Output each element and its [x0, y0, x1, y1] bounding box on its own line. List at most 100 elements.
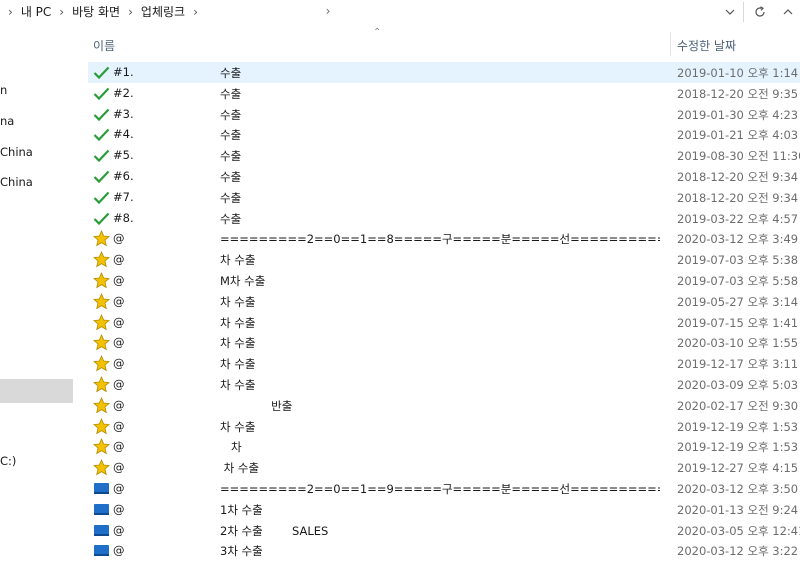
address-bar[interactable]: › 내 PC › 바탕 화면 › 업체링크 › › — [0, 0, 800, 24]
chevron-right-icon[interactable]: › — [193, 5, 198, 19]
file-row[interactable]: @ 차 수출 2020-03-09 오후 5:03 — [88, 374, 800, 395]
file-name: =========2==0==1==8=====구=====분=====선===… — [220, 232, 660, 247]
file-name: 수출 — [220, 107, 242, 122]
file-row[interactable]: @ =========2==0==1==9=====구=====분=====선==… — [88, 478, 800, 499]
file-modified-date: 2019-03-22 오후 4:57 — [677, 211, 799, 226]
file-row[interactable]: @ 차 수출 2019-12-27 오후 4:15 — [88, 457, 800, 478]
chevron-right-icon[interactable]: › — [59, 5, 64, 19]
star-icon — [93, 230, 110, 247]
file-name: =========2==0==1==9=====구=====분=====선===… — [220, 482, 660, 496]
nav-item[interactable]: China — [0, 172, 73, 192]
file-row[interactable]: @ =========2==0==1==8=====구=====분=====선==… — [88, 228, 800, 249]
file-name: 차 수출 — [220, 357, 256, 372]
breadcrumb-item-pc[interactable]: 내 PC — [21, 3, 51, 20]
file-name: 2차 수출 SALES — [220, 523, 329, 538]
link-icon — [93, 542, 110, 559]
file-name: 수출 — [220, 170, 242, 184]
file-row[interactable]: #4. 수출 2019-01-21 오후 4:03 — [88, 124, 800, 145]
chevron-right-icon[interactable]: › — [8, 5, 13, 19]
file-name: 차 수출 — [220, 378, 256, 392]
file-row[interactable]: @ 차 2019-12-19 오후 1:53 — [88, 436, 800, 457]
nav-item[interactable]: na — [0, 111, 73, 131]
file-modified-date: 2019-08-30 오전 11:30 — [677, 149, 800, 164]
file-row[interactable]: @ M차 수출 2019-07-03 오후 5:58 — [88, 270, 800, 291]
file-row[interactable]: @ 차 수출 2019-05-27 오후 3:14 — [88, 291, 800, 312]
file-list: ⌃ 이름 수정한 날짜 #1. 수출 2019-01-10 오후 1:14 #2. 수출… — [73, 24, 800, 568]
file-row[interactable]: @ 차 수출 2019-07-03 오후 5:38 — [88, 249, 800, 270]
divider — [743, 2, 744, 22]
star-icon — [93, 251, 110, 268]
file-name-prefix: @ — [113, 543, 125, 558]
file-modified-date: 2018-12-20 오전 9:34 — [677, 190, 799, 205]
file-modified-date: 2019-07-03 오후 5:58 — [677, 274, 799, 288]
file-row[interactable]: @2차 수출 SALES 2020-03-05 오후 12:41 — [88, 520, 800, 541]
file-name-prefix: #2. — [113, 85, 133, 100]
refresh-icon — [755, 5, 765, 17]
scroll-up-button[interactable] — [774, 0, 800, 23]
file-row[interactable]: #7. 수출 2018-12-20 오전 9:34 — [88, 187, 800, 208]
sort-ascending-icon: ⌃ — [373, 27, 382, 38]
file-name-prefix: @ — [113, 418, 125, 433]
file-modified-date: 2019-12-17 오후 3:11 — [677, 357, 799, 372]
nav-item[interactable]: China — [0, 142, 73, 162]
file-modified-date: 2020-03-09 오후 5:03 — [677, 378, 799, 392]
file-row[interactable]: @ 반출 2020-02-17 오전 9:30 — [88, 395, 800, 416]
breadcrumb-item-desktop[interactable]: 바탕 화면 — [72, 3, 120, 20]
file-name-prefix: @ — [113, 273, 125, 287]
column-header-modified[interactable]: 수정한 날짜 — [677, 37, 736, 54]
file-modified-date: 2018-12-20 오전 9:35 — [677, 86, 799, 101]
column-header-name[interactable]: 이름 — [93, 37, 115, 54]
file-name: 차 수출 — [220, 419, 256, 434]
star-icon — [93, 438, 110, 455]
nav-item[interactable]: n — [0, 80, 73, 100]
file-name-prefix: @ — [113, 522, 125, 537]
checkmark-icon — [93, 189, 110, 206]
file-name: M차 수출 — [220, 274, 266, 288]
file-row[interactable]: #8. 수출 2019-03-22 오후 4:57 — [88, 208, 800, 229]
file-name: 수출 — [220, 211, 242, 226]
chevron-down-icon — [725, 9, 735, 15]
file-name-prefix: @ — [113, 293, 125, 308]
file-row[interactable]: #6. 수출 2018-12-20 오전 9:34 — [88, 166, 800, 187]
checkmark-icon — [93, 85, 110, 102]
file-row[interactable]: @ 차 수출 2019-12-17 오후 3:11 — [88, 353, 800, 374]
link-icon — [93, 501, 110, 518]
file-row[interactable]: #1. 수출 2019-01-10 오후 1:14 — [88, 62, 800, 83]
chevron-right-icon[interactable]: › — [320, 4, 336, 20]
breadcrumb-item-folder[interactable]: 업체링크 — [141, 3, 185, 20]
file-modified-date: 2019-07-15 오후 1:41 — [677, 315, 799, 330]
file-row[interactable]: @ 차 수출 2019-12-19 오후 1:53 — [88, 416, 800, 437]
file-modified-date: 2020-03-10 오후 1:55 — [677, 336, 799, 351]
file-row[interactable]: #3. 수출 2019-01-30 오후 4:23 — [88, 104, 800, 125]
file-row[interactable]: @ 차 수출 2020-03-10 오후 1:55 — [88, 332, 800, 353]
navigation-pane: n na China China C:) — [0, 24, 73, 568]
file-name: 차 수출 — [220, 253, 256, 268]
nav-item[interactable]: C:) — [0, 451, 73, 471]
file-name: 차 수출 — [220, 294, 256, 309]
star-icon — [93, 376, 110, 393]
file-name: 차 수출 — [220, 461, 260, 476]
file-name: 수출 — [220, 149, 242, 164]
file-name-prefix: #7. — [113, 189, 133, 204]
file-name-prefix: #6. — [113, 169, 133, 183]
file-name-prefix: @ — [113, 252, 125, 267]
file-name-prefix: #3. — [113, 106, 133, 121]
divider[interactable] — [670, 32, 671, 56]
refresh-button[interactable] — [746, 0, 774, 23]
file-row[interactable]: #5. 수출 2019-08-30 오전 11:30 — [88, 145, 800, 166]
file-name: 반출 — [220, 398, 293, 413]
file-name: 차 수출 — [220, 315, 256, 330]
file-row[interactable]: @ 차 수출 2019-07-15 오후 1:41 — [88, 312, 800, 333]
chevron-right-icon[interactable]: › — [128, 5, 133, 19]
file-name: 1차 수출 — [220, 502, 263, 517]
star-icon — [93, 272, 110, 289]
file-name-prefix: @ — [113, 501, 125, 516]
star-icon — [93, 355, 110, 372]
file-name-prefix: @ — [113, 356, 125, 371]
history-dropdown-button[interactable] — [716, 0, 744, 23]
file-modified-date: 2020-03-12 오후 3:22 — [677, 544, 799, 559]
file-row[interactable]: @3차 수출 2020-03-12 오후 3:22 — [88, 540, 800, 561]
file-row[interactable]: #2. 수출 2018-12-20 오전 9:35 — [88, 83, 800, 104]
nav-item-selected[interactable] — [0, 379, 73, 403]
file-row[interactable]: @1차 수출 2020-01-13 오전 9:24 — [88, 499, 800, 520]
